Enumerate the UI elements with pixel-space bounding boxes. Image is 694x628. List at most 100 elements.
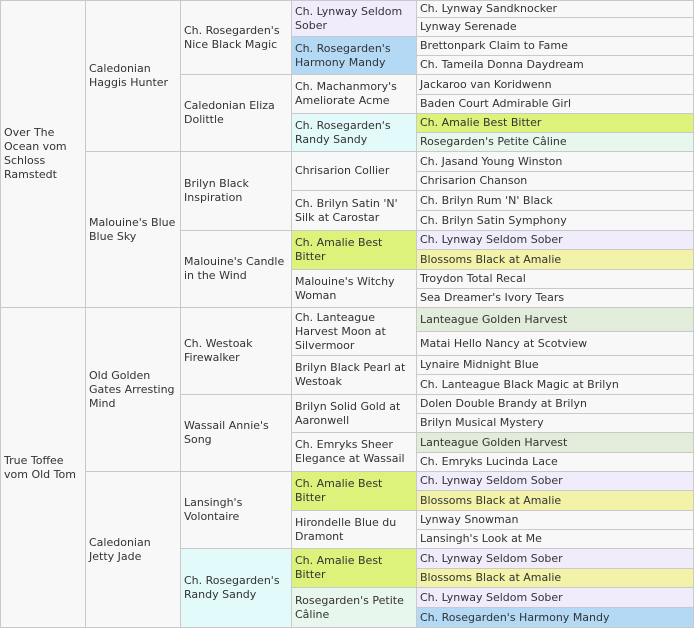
pedigree-cell-gen5: Ch. Lynway Seldom Sober [416, 587, 694, 608]
pedigree-cell-gen4: Hirondelle Blue du Dramont [291, 510, 417, 549]
dog-name: Ch. Lanteague Black Magic at Brilyn [420, 377, 619, 391]
pedigree-cell-gen5: Blossoms Black at Amalie [416, 490, 694, 511]
pedigree-cell-gen4: Ch. Amalie Best Bitter [291, 230, 417, 270]
dog-name: Blossoms Black at Amalie [420, 493, 562, 507]
dog-name: Lansingh's Volontaire [184, 496, 243, 523]
pedigree-cell-gen4: Brilyn Black Pearl at Westoak [291, 355, 417, 395]
dog-name: Chrisarion Collier [295, 164, 390, 177]
pedigree-cell-gen1: Over The Ocean vom Schloss Ramstedt [0, 0, 86, 308]
pedigree-cell-gen5: Baden Court Admirable Girl [416, 94, 694, 114]
dog-name: Wassail Annie's Song [184, 419, 269, 446]
dog-name: Ch. Emryks Lucinda Lace [420, 455, 558, 468]
dog-name: Ch. Lynway Seldom Sober [420, 551, 563, 565]
pedigree-cell-gen5: Ch. Brilyn Rum 'N' Black [416, 190, 694, 211]
pedigree-cell-gen3: Malouine's Candle in the Wind [180, 230, 292, 308]
pedigree-cell-gen5: Troydon Total Recal [416, 269, 694, 289]
dog-name: Malouine's Blue Blue Sky [89, 215, 176, 243]
pedigree-cell-gen3: Brilyn Black Inspiration [180, 151, 292, 231]
pedigree-cell-gen4: Ch. Machanmory's Ameliorate Acme [291, 74, 417, 114]
pedigree-cell-gen1: True Toffee vom Old Tom [0, 307, 86, 628]
dog-name: Malouine's Witchy Woman [295, 274, 395, 302]
pedigree-cell-gen5: Brettonpark Claim to Fame [416, 36, 694, 56]
dog-name: Rosegarden's Petite Câline [420, 135, 567, 148]
dog-name: Brilyn Musical Mystery [420, 416, 544, 429]
pedigree-cell-gen3: Ch. Westoak Firewalker [180, 307, 292, 395]
pedigree-cell-gen5: Dolen Double Brandy at Brilyn [416, 394, 694, 414]
pedigree-cell-gen3: Lansingh's Volontaire [180, 471, 292, 549]
dog-name: Ch. Jasand Young Winston [420, 154, 563, 168]
pedigree-cell-gen4: Chrisarion Collier [291, 151, 417, 191]
pedigree-cell-gen4: Ch. Emryks Sheer Elegance at Wassail [291, 432, 417, 472]
dog-name: Ch. Rosegarden's Nice Black Magic [184, 23, 280, 51]
pedigree-cell-gen5: Ch. Emryks Lucinda Lace [416, 452, 694, 472]
pedigree-table: Over The Ocean vom Schloss Ramstedt True … [0, 0, 694, 628]
dog-name: Brilyn Black Inspiration [184, 177, 249, 204]
dog-name: Ch. Amalie Best Bitter [295, 477, 383, 504]
dog-name: Blossoms Black at Amalie [420, 252, 562, 266]
dog-name: Lanteague Golden Harvest [420, 435, 568, 449]
dog-name: Ch. Brilyn Satin Symphony [420, 213, 567, 227]
dog-name: Chrisarion Chanson [420, 174, 528, 187]
dog-name: Lynaire Midnight Blue [420, 358, 539, 371]
pedigree-cell-gen5: Lanteague Golden Harvest [416, 307, 694, 332]
pedigree-cell-gen5: Lynway Serenade [416, 17, 694, 37]
pedigree-cell-gen5: Ch. Brilyn Satin Symphony [416, 210, 694, 231]
pedigree-cell-gen4: Rosegarden's Petite Câline [291, 587, 417, 628]
dog-name: Blossoms Black at Amalie [420, 571, 562, 584]
dog-name: Lansingh's Look at Me [420, 532, 542, 545]
pedigree-cell-gen5: Brilyn Musical Mystery [416, 413, 694, 433]
dog-name: Ch. Amalie Best Bitter [295, 236, 383, 263]
pedigree-cell-gen4: Ch. Amalie Best Bitter [291, 471, 417, 511]
dog-name: Ch. Lynway Sandknocker [420, 2, 558, 15]
pedigree-cell-gen5: Ch. Rosegarden's Harmony Mandy [416, 607, 694, 628]
pedigree-cell-gen5: Ch. Jasand Young Winston [416, 151, 694, 172]
dog-name: Lynway Snowman [420, 513, 519, 526]
dog-name: Matai Hello Nancy at Scotview [420, 336, 588, 350]
dog-name: Caledonian Haggis Hunter [89, 62, 169, 89]
pedigree-cell-gen5: Ch. Lynway Seldom Sober [416, 230, 694, 250]
dog-name: Rosegarden's Petite Câline [295, 593, 404, 621]
pedigree-cell-gen5: Lanteague Golden Harvest [416, 432, 694, 453]
dog-name: Over The Ocean vom Schloss Ramstedt [4, 126, 67, 181]
dog-name: Ch. Tameila Donna Daydream [420, 58, 584, 71]
pedigree-cell-gen5: Matai Hello Nancy at Scotview [416, 331, 694, 356]
pedigree-cell-gen4: Ch. Lynway Seldom Sober [291, 0, 417, 37]
pedigree-cell-gen5: Ch. Lanteague Black Magic at Brilyn [416, 374, 694, 395]
dog-name: Brilyn Solid Gold at Aaronwell [295, 399, 401, 427]
pedigree-cell-gen4: Ch. Brilyn Satin 'N' Silk at Carostar [291, 190, 417, 231]
dog-name: Caledonian Jetty Jade [89, 535, 151, 563]
dog-name: Lanteague Golden Harvest [420, 312, 568, 326]
dog-name: Brilyn Black Pearl at Westoak [295, 361, 406, 388]
pedigree-cell-gen3: Ch. Rosegarden's Randy Sandy [180, 548, 292, 628]
dog-name: Sea Dreamer's Ivory Tears [420, 291, 565, 304]
dog-name: Ch. Lanteague Harvest Moon at Silvermoor [295, 310, 386, 352]
pedigree-cell-gen4: Ch. Rosegarden's Harmony Mandy [291, 36, 417, 75]
dog-name: Ch. Emryks Sheer Elegance at Wassail [295, 438, 405, 465]
pedigree-cell-gen4: Ch. Rosegarden's Randy Sandy [291, 113, 417, 152]
pedigree-cell-gen5: Blossoms Black at Amalie [416, 568, 694, 588]
pedigree-cell-gen5: Blossoms Black at Amalie [416, 249, 694, 270]
dog-name: Jackaroo van Koridwenn [420, 77, 552, 91]
pedigree-cell-gen5: Lynway Snowman [416, 510, 694, 530]
pedigree-cell-gen2: Old Golden Gates Arresting Mind [85, 307, 181, 472]
pedigree-cell-gen5: Chrisarion Chanson [416, 171, 694, 191]
dog-name: Old Golden Gates Arresting Mind [89, 368, 175, 410]
pedigree-cell-gen5: Jackaroo van Koridwenn [416, 74, 694, 95]
pedigree-cell-gen3: Caledonian Eliza Dolittle [180, 74, 292, 152]
dog-name: Ch. Brilyn Rum 'N' Black [420, 193, 553, 207]
pedigree-cell-gen5: Ch. Amalie Best Bitter [416, 113, 694, 133]
dog-name: Ch. Westoak Firewalker [184, 337, 253, 364]
pedigree-cell-gen5: Lynaire Midnight Blue [416, 355, 694, 375]
pedigree-cell-gen3: Ch. Rosegarden's Nice Black Magic [180, 0, 292, 75]
pedigree-cell-gen4: Malouine's Witchy Woman [291, 269, 417, 308]
pedigree-cell-gen5: Ch. Lynway Seldom Sober [416, 548, 694, 569]
dog-name: Troydon Total Recal [420, 272, 526, 285]
dog-name: Ch. Amalie Best Bitter [295, 554, 383, 581]
dog-name: Ch. Lynway Seldom Sober [420, 474, 563, 487]
pedigree-cell-gen2: Caledonian Jetty Jade [85, 471, 181, 628]
dog-name: Ch. Lynway Seldom Sober [420, 590, 563, 604]
dog-name: Ch. Lynway Seldom Sober [295, 4, 403, 32]
pedigree-cell-gen4: Ch. Lanteague Harvest Moon at Silvermoor [291, 307, 417, 356]
pedigree-cell-gen5: Ch. Lynway Seldom Sober [416, 471, 694, 491]
dog-name: Ch. Rosegarden's Harmony Mandy [420, 610, 610, 624]
